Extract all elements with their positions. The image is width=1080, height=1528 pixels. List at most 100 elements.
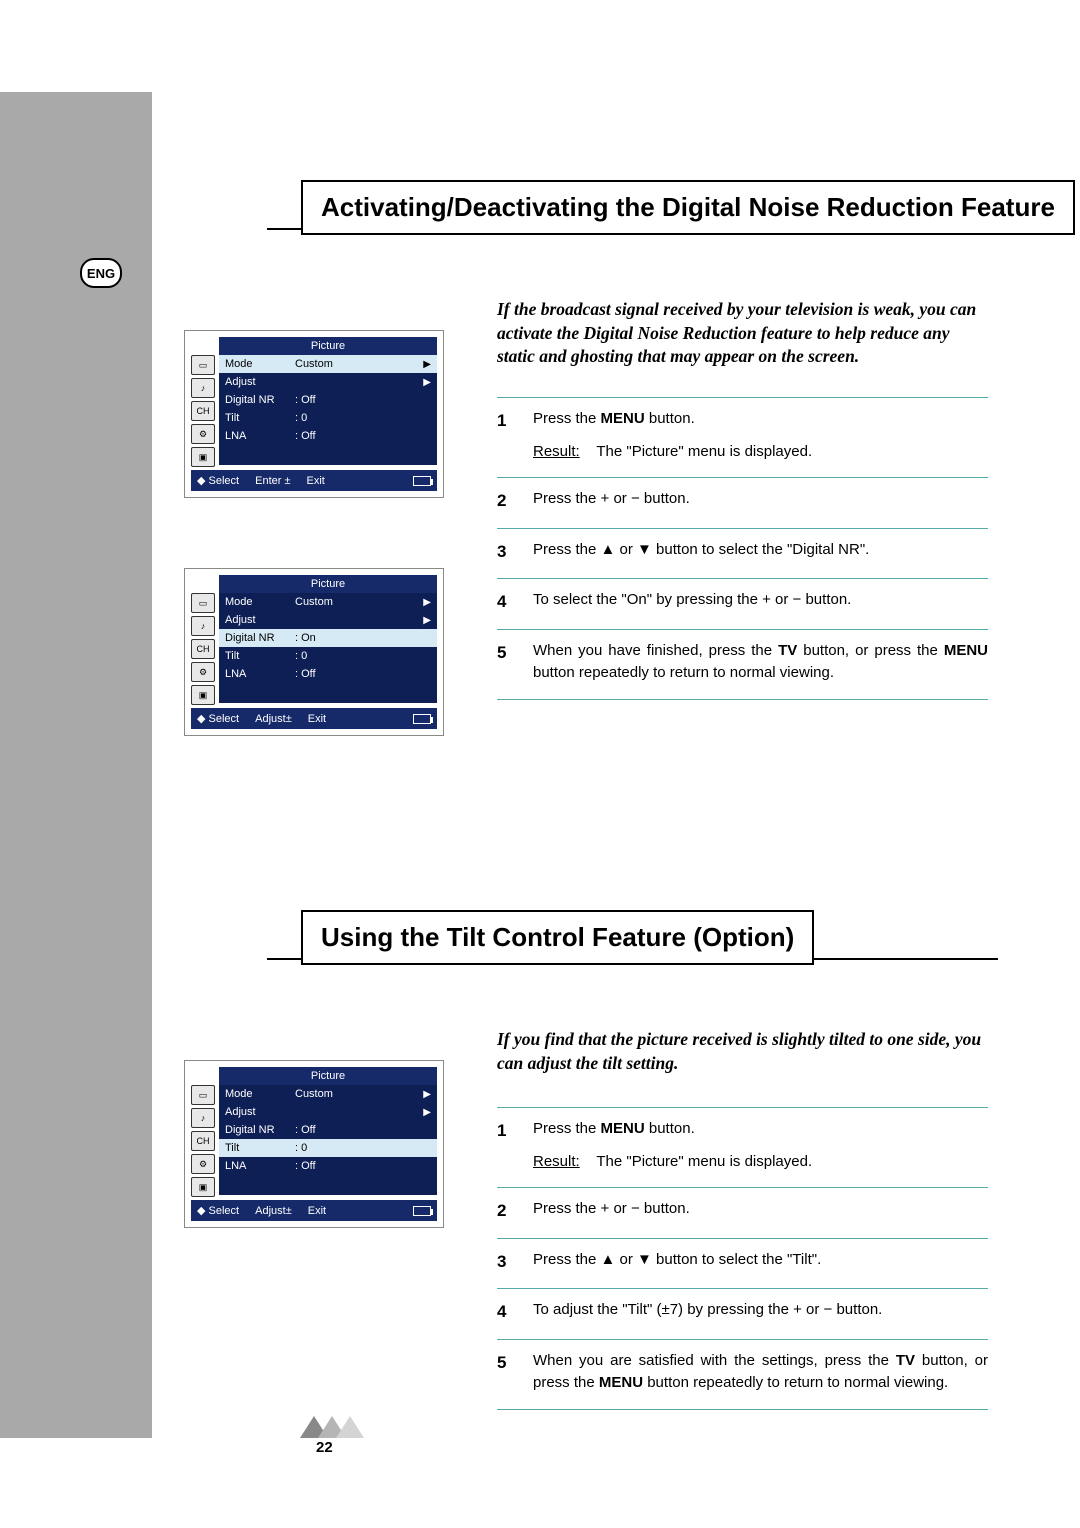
- osd-title: Picture: [219, 1067, 437, 1085]
- step-text: To select the "On" by pressing the + or …: [533, 589, 988, 615]
- step-item: 1 Press the MENU button. Result: The "Pi…: [497, 408, 988, 463]
- osd-row-dnr: Digital NR: Off: [219, 391, 437, 409]
- divider: [497, 1339, 988, 1340]
- divider: [497, 1187, 988, 1188]
- chevron-right-icon: ▶: [423, 359, 431, 370]
- osd-row-dnr: Digital NR: Off: [219, 1121, 437, 1139]
- divider: [497, 528, 988, 529]
- step-number: 3: [497, 1249, 533, 1275]
- osd-row-tilt: Tilt: 0: [219, 1139, 437, 1157]
- result-text: The "Picture" menu is displayed.: [596, 1153, 812, 1170]
- channel-icon: CH: [191, 639, 215, 659]
- step-number: 4: [497, 589, 533, 615]
- language-badge: ENG: [80, 258, 122, 288]
- divider: [497, 1409, 988, 1410]
- chevron-right-icon: ▶: [423, 615, 431, 626]
- osd-row-lna: LNA: Off: [219, 665, 437, 683]
- step-number: 1: [497, 408, 533, 463]
- osd-menu-3: Picture ▭ ♪ CH ⚙ ▣ ModeCustom▶ Adjust▶ D…: [184, 1060, 444, 1228]
- channel-icon: CH: [191, 401, 215, 421]
- step-text: Press the MENU button. Result: The "Pict…: [533, 408, 988, 463]
- setup-icon: ⚙: [191, 424, 215, 444]
- section-title-2: Using the Tilt Control Feature (Option): [301, 910, 814, 965]
- result-label: Result:: [533, 1153, 580, 1170]
- battery-icon: [413, 476, 431, 486]
- osd-icon-rail: ▭ ♪ CH ⚙ ▣: [191, 593, 219, 708]
- osd-row-adjust: Adjust▶: [219, 373, 437, 391]
- osd-row-mode: ModeCustom▶: [219, 1085, 437, 1103]
- picture-icon: ▭: [191, 355, 215, 375]
- section1-steps: 1 Press the MENU button. Result: The "Pi…: [497, 394, 988, 710]
- updown-icon: ◆: [197, 713, 205, 725]
- osd-footer: ◆ Select Enter ± Exit: [191, 470, 437, 491]
- chevron-right-icon: ▶: [423, 1089, 431, 1100]
- section2-steps: 1 Press the MENU button. Result: The "Pi…: [497, 1104, 988, 1420]
- osd-row-lna: LNA: Off: [219, 427, 437, 445]
- page-number: 22: [316, 1439, 333, 1456]
- step-number: 5: [497, 1350, 533, 1395]
- battery-icon: [413, 714, 431, 724]
- osd-row-adjust: Adjust▶: [219, 1103, 437, 1121]
- osd-menu-2: Picture ▭ ♪ CH ⚙ ▣ ModeCustom▶ Adjust▶ D…: [184, 568, 444, 736]
- step-number: 2: [497, 1198, 533, 1224]
- divider: [497, 1107, 988, 1108]
- divider: [497, 629, 988, 630]
- step-text: Press the + or − button.: [533, 488, 988, 514]
- picture-icon: ▭: [191, 1085, 215, 1105]
- section2-intro: If you find that the picture received is…: [497, 1028, 988, 1075]
- osd-row-adjust: Adjust▶: [219, 611, 437, 629]
- step-number: 3: [497, 539, 533, 565]
- pip-icon: ▣: [191, 685, 215, 705]
- chevron-right-icon: ▶: [423, 597, 431, 608]
- step-item: 1 Press the MENU button. Result: The "Pi…: [497, 1118, 988, 1173]
- channel-icon: CH: [191, 1131, 215, 1151]
- osd-icon-rail: ▭ ♪ CH ⚙ ▣: [191, 1085, 219, 1200]
- osd-row-lna: LNA: Off: [219, 1157, 437, 1175]
- osd-row-mode: ModeCustom▶: [219, 593, 437, 611]
- osd-row-mode: ModeCustom▶: [219, 355, 437, 373]
- chevron-right-icon: ▶: [423, 377, 431, 388]
- divider: [497, 477, 988, 478]
- step-text: Press the ▲ or ▼ button to select the "T…: [533, 1249, 988, 1275]
- osd-title: Picture: [219, 575, 437, 593]
- result-label: Result:: [533, 443, 580, 460]
- result-text: The "Picture" menu is displayed.: [596, 443, 812, 460]
- updown-icon: ◆: [197, 1205, 205, 1217]
- picture-icon: ▭: [191, 593, 215, 613]
- step-text: Press the ▲ or ▼ button to select the "D…: [533, 539, 988, 565]
- left-sidebar: [0, 92, 152, 1438]
- step-text: Press the MENU button. Result: The "Pict…: [533, 1118, 988, 1173]
- osd-footer: ◆ Select Adjust± Exit: [191, 1200, 437, 1221]
- divider: [497, 699, 988, 700]
- divider: [497, 578, 988, 579]
- osd-footer: ◆ Select Adjust± Exit: [191, 708, 437, 729]
- footer-arrow-icon: [300, 1416, 360, 1438]
- chevron-right-icon: ▶: [423, 1107, 431, 1118]
- sound-icon: ♪: [191, 1108, 215, 1128]
- osd-icon-rail: ▭ ♪ CH ⚙ ▣: [191, 355, 219, 470]
- battery-icon: [413, 1206, 431, 1216]
- step-number: 2: [497, 488, 533, 514]
- sound-icon: ♪: [191, 616, 215, 636]
- divider: [497, 1288, 988, 1289]
- pip-icon: ▣: [191, 1177, 215, 1197]
- setup-icon: ⚙: [191, 1154, 215, 1174]
- setup-icon: ⚙: [191, 662, 215, 682]
- step-text: When you are satisfied with the settings…: [533, 1350, 988, 1395]
- divider: [497, 1238, 988, 1239]
- divider: [497, 397, 988, 398]
- sound-icon: ♪: [191, 378, 215, 398]
- section1-intro: If the broadcast signal received by your…: [497, 298, 988, 369]
- updown-icon: ◆: [197, 475, 205, 487]
- osd-row-dnr: Digital NR: On: [219, 629, 437, 647]
- step-number: 1: [497, 1118, 533, 1173]
- pip-icon: ▣: [191, 447, 215, 467]
- osd-title: Picture: [219, 337, 437, 355]
- step-text: When you have finished, press the TV but…: [533, 640, 988, 685]
- osd-menu-1: Picture ▭ ♪ CH ⚙ ▣ ModeCustom▶ Adjust▶ D…: [184, 330, 444, 498]
- step-number: 4: [497, 1299, 533, 1325]
- step-text: Press the + or − button.: [533, 1198, 988, 1224]
- step-text: To adjust the "Tilt" (±7) by pressing th…: [533, 1299, 988, 1325]
- osd-row-tilt: Tilt: 0: [219, 647, 437, 665]
- osd-row-tilt: Tilt: 0: [219, 409, 437, 427]
